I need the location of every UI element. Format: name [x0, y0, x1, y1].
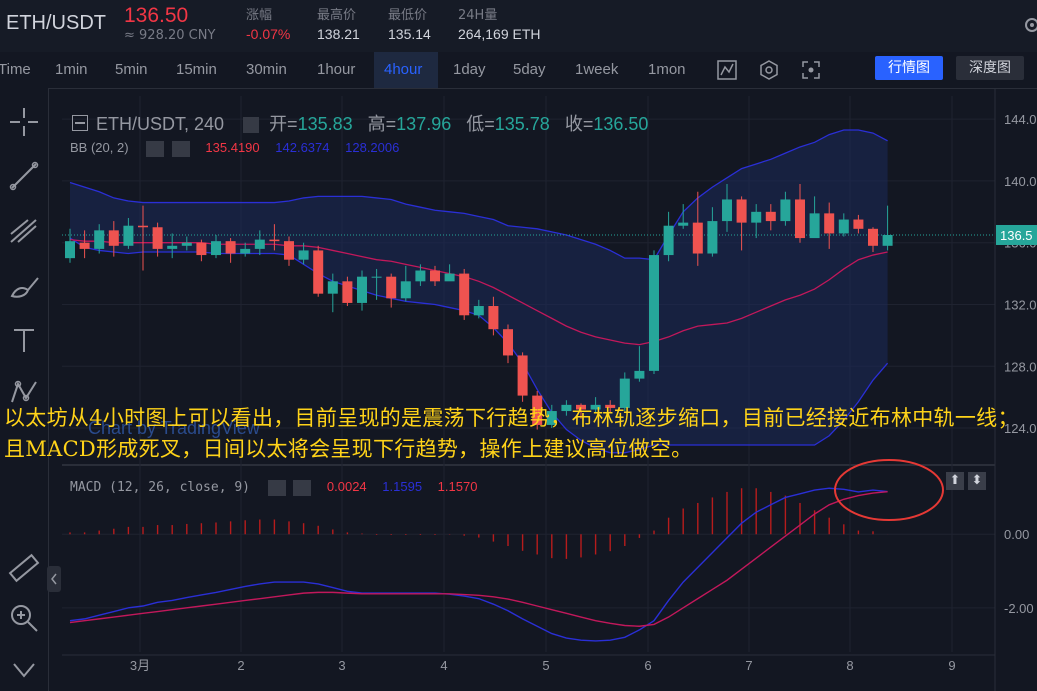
candle-body [138, 225, 148, 228]
x-tick-label: 3月 [130, 658, 150, 673]
candle-body [298, 250, 309, 260]
legend-high-label: 高= [367, 114, 397, 134]
candle-body [254, 239, 265, 249]
candle-body [868, 228, 878, 246]
candle-body [780, 199, 791, 222]
candle-body [824, 213, 835, 234]
candle-body [240, 248, 251, 254]
candle-body [123, 225, 134, 246]
candle-body [79, 242, 90, 249]
analysis-annotation: 以太坊从4小时图上可以看出，目前呈现的是震荡下行趋势，布林轨逐步缩口，目前已经接… [4, 406, 1019, 461]
candle-body [444, 273, 455, 282]
candle-body [211, 241, 221, 256]
macd-label: MACD (12, 26, close, 9) [70, 480, 251, 495]
legend-open-label: 开= [269, 114, 298, 134]
bb-remove-icon[interactable] [171, 140, 190, 157]
candle-body [838, 219, 849, 234]
legend-close: 136.50 [593, 114, 649, 134]
candlestick-chart[interactable]: 3月23456789124.0128.0132.0136.0140.0144.0… [0, 0, 1037, 691]
macd-settings-icon[interactable] [267, 479, 286, 496]
candle-body [751, 211, 762, 223]
x-tick-label: 3 [338, 658, 345, 673]
macd-legend: MACD (12, 26, close, 9) 0.0024 1.1595 1.… [70, 479, 477, 496]
candle-body [503, 329, 513, 356]
candle-body [882, 234, 893, 246]
candle-body [678, 222, 689, 226]
candle-body [269, 239, 280, 242]
candle-body [692, 222, 703, 254]
x-tick-label: 6 [644, 658, 651, 673]
candle-body [371, 276, 382, 278]
candle-body [386, 276, 397, 299]
y-tick-label: 140.0 [1004, 174, 1037, 189]
bb-legend: BB (20, 2) 135.4190 142.6374 128.2006 [70, 140, 399, 157]
x-tick-label: 2 [237, 658, 244, 673]
candle-body [488, 306, 499, 330]
candle-body [108, 230, 119, 246]
candle-body [430, 270, 440, 282]
x-tick-label: 4 [440, 658, 447, 673]
y-tick-label: 132.0 [1004, 297, 1037, 312]
x-tick-label: 9 [948, 658, 955, 673]
candle-body [196, 242, 207, 256]
candle-body [722, 199, 732, 222]
macd-line [69, 487, 888, 642]
macd-signal-line [69, 490, 888, 627]
price-legend: ETH/USDT, 240 开=135.83 高=137.96 低=135.78… [72, 110, 648, 136]
candle-body [765, 211, 776, 222]
candle-body [663, 225, 674, 256]
collapse-legend-icon[interactable] [72, 115, 88, 131]
x-tick-label: 7 [745, 658, 752, 673]
legend-settings-icon[interactable] [243, 117, 260, 134]
candle-body [327, 281, 338, 294]
candle-body [65, 241, 75, 259]
candle-body [167, 245, 178, 249]
candle-body [649, 255, 659, 371]
candle-body [517, 355, 528, 396]
pane-up-icon[interactable]: ⬆ [946, 472, 964, 490]
legend-low: 135.78 [494, 114, 550, 134]
legend-high: 137.96 [396, 114, 452, 134]
macd-y-tick-label: 0.00 [1004, 527, 1029, 542]
candle-body [225, 241, 236, 254]
candle-body [342, 281, 353, 303]
candle-body [809, 213, 820, 239]
macd-hist-value: 0.0024 [326, 479, 367, 494]
bb-settings-icon[interactable] [146, 140, 165, 157]
candle-body [853, 219, 864, 229]
candle-body [736, 199, 747, 223]
bb-lower-value: 128.2006 [345, 140, 400, 155]
macd-y-tick-label: -2.00 [1004, 601, 1034, 616]
candle-body [284, 241, 294, 260]
candle-body [459, 273, 470, 316]
x-tick-label: 5 [542, 658, 549, 673]
candle-body [357, 276, 367, 303]
macd-signal-value: 1.1570 [437, 479, 478, 494]
legend-open: 135.83 [297, 114, 353, 134]
current-price-label: 136.5 [1000, 228, 1033, 243]
candle-body [400, 281, 411, 299]
bb-label: BB (20, 2) [70, 140, 129, 155]
legend-close-label: 收= [564, 114, 594, 134]
x-tick-label: 8 [846, 658, 853, 673]
candle-body [313, 250, 324, 294]
macd-remove-icon[interactable] [293, 479, 312, 496]
candle-body [634, 370, 645, 379]
pane-maximize-icon[interactable]: ⬍ [968, 472, 986, 490]
candle-body [707, 221, 718, 254]
candle-body [94, 230, 105, 249]
bb-upper-value: 142.6374 [275, 140, 330, 155]
legend-symbol: ETH/USDT, 240 [96, 114, 225, 134]
y-tick-label: 144.0 [1004, 112, 1037, 127]
candle-body [152, 227, 163, 249]
legend-low-label: 低= [466, 114, 495, 134]
candle-body [181, 242, 192, 246]
candle-body [795, 199, 805, 239]
candle-body [473, 306, 484, 316]
macd-line-value: 1.1595 [382, 479, 423, 494]
y-tick-label: 128.0 [1004, 359, 1037, 374]
candle-body [415, 270, 426, 282]
bb-mid-value: 135.4190 [205, 140, 260, 155]
